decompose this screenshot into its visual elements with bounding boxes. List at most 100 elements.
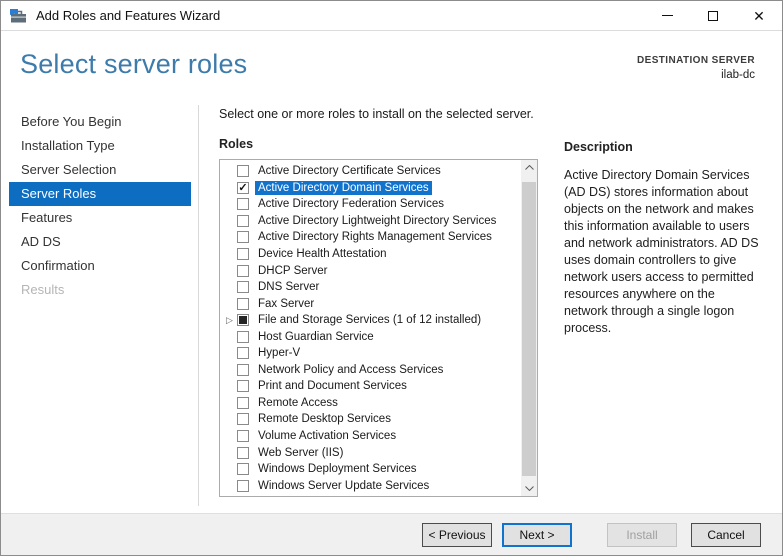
- role-checkbox[interactable]: [237, 231, 249, 244]
- previous-button[interactable]: < Previous: [422, 522, 492, 547]
- role-checkbox[interactable]: [237, 214, 249, 227]
- role-label: Active Directory Certificate Services: [258, 165, 441, 178]
- role-row[interactable]: Web Server (IIS): [222, 444, 520, 461]
- minimize-icon: [661, 15, 673, 16]
- role-row[interactable]: Remote Desktop Services: [222, 411, 520, 428]
- wizard-window: { "window": { "title": "Add Roles and Fe…: [0, 0, 783, 556]
- maximize-icon: [708, 10, 718, 21]
- expand-icon[interactable]: ▷: [222, 315, 237, 325]
- role-label: Volume Activation Services: [258, 430, 397, 443]
- role-label: Print and Document Services: [258, 380, 407, 393]
- minimize-button[interactable]: [644, 1, 690, 30]
- role-checkbox[interactable]: [237, 413, 249, 426]
- role-row[interactable]: Active Directory Rights Management Servi…: [222, 229, 520, 246]
- role-row[interactable]: ▷ File and Storage Services (1 of 12 ins…: [222, 312, 520, 329]
- main-content: Select one or more roles to install on t…: [219, 107, 539, 497]
- maximize-button[interactable]: [690, 1, 736, 30]
- destination-server-value: ilab-dc: [721, 69, 755, 81]
- role-checkbox[interactable]: [237, 430, 249, 443]
- sidebar-item-server-roles[interactable]: Server Roles: [9, 182, 191, 206]
- role-checkbox[interactable]: [237, 165, 249, 178]
- cancel-button[interactable]: Cancel: [691, 522, 761, 547]
- role-row[interactable]: Active Directory Federation Services: [222, 196, 520, 213]
- sidebar-item-confirmation[interactable]: Confirmation: [1, 254, 198, 278]
- role-checkbox[interactable]: [237, 380, 249, 393]
- close-icon: ✕: [753, 7, 765, 24]
- role-checkbox[interactable]: [237, 297, 249, 310]
- install-button: Install: [607, 522, 677, 547]
- role-checkbox[interactable]: [237, 281, 249, 294]
- role-checkbox[interactable]: [237, 248, 249, 260]
- footer-button-bar: < Previous Next > Install Cancel: [1, 513, 782, 555]
- role-label: Active Directory Rights Management Servi…: [258, 231, 492, 244]
- role-row[interactable]: Print and Document Services: [222, 378, 520, 395]
- destination-server-block: DESTINATION SERVER ilab-dc: [637, 55, 755, 81]
- scroll-up-icon[interactable]: [521, 160, 537, 175]
- role-row[interactable]: Windows Server Update Services: [222, 477, 520, 494]
- nav-separator: [198, 105, 199, 506]
- role-checkbox[interactable]: [237, 446, 249, 459]
- role-row[interactable]: Volume Activation Services: [222, 428, 520, 445]
- role-checkbox[interactable]: [237, 479, 249, 492]
- sidebar-item-ad-ds[interactable]: AD DS: [1, 230, 198, 254]
- role-label: Active Directory Lightweight Directory S…: [258, 214, 497, 227]
- description-panel: Description Active Directory Domain Serv…: [564, 140, 761, 337]
- next-button[interactable]: Next >: [502, 522, 572, 547]
- sidebar-item-before-you-begin[interactable]: Before You Begin: [1, 110, 198, 134]
- title-bar: Add Roles and Features Wizard ✕: [1, 1, 782, 31]
- roles-rows: Active Directory Certificate Services ✓ …: [222, 163, 520, 494]
- role-row[interactable]: Fax Server: [222, 295, 520, 312]
- role-label: Windows Deployment Services: [258, 463, 417, 476]
- role-label: Host Guardian Service: [258, 330, 374, 343]
- role-checkbox[interactable]: [237, 314, 249, 327]
- role-checkbox[interactable]: [237, 396, 249, 409]
- destination-server-label: DESTINATION SERVER: [637, 55, 755, 66]
- close-button[interactable]: ✕: [736, 1, 782, 30]
- role-checkbox[interactable]: ✓: [237, 181, 249, 194]
- role-label: Network Policy and Access Services: [258, 363, 444, 376]
- role-row[interactable]: Hyper-V: [222, 345, 520, 362]
- scroll-down-icon[interactable]: [521, 481, 537, 496]
- role-checkbox[interactable]: [237, 330, 249, 343]
- roles-listbox: Active Directory Certificate Services ✓ …: [219, 159, 538, 497]
- role-checkbox[interactable]: [237, 347, 249, 360]
- role-label: Web Server (IIS): [258, 446, 344, 459]
- role-row[interactable]: DNS Server: [222, 279, 520, 296]
- role-label: Active Directory Domain Services: [255, 180, 432, 195]
- role-row[interactable]: Windows Deployment Services: [222, 461, 520, 478]
- sidebar-item-installation-type[interactable]: Installation Type: [1, 134, 198, 158]
- role-row[interactable]: DHCP Server: [222, 262, 520, 279]
- role-row[interactable]: Active Directory Lightweight Directory S…: [222, 213, 520, 230]
- sidebar-item-server-selection[interactable]: Server Selection: [1, 158, 198, 182]
- role-row[interactable]: Remote Access: [222, 395, 520, 412]
- role-label: Hyper-V: [258, 347, 301, 360]
- role-label: DHCP Server: [258, 264, 328, 277]
- role-checkbox[interactable]: [237, 463, 249, 476]
- role-label: Fax Server: [258, 297, 315, 310]
- role-label: Remote Access: [258, 396, 338, 409]
- description-title: Description: [564, 140, 633, 154]
- wizard-nav: Before You Begin Installation Type Server …: [1, 110, 198, 302]
- server-manager-icon: [10, 8, 27, 24]
- role-checkbox[interactable]: [237, 264, 249, 277]
- window-title: Add Roles and Features Wizard: [36, 8, 221, 23]
- role-label: Active Directory Federation Services: [258, 198, 444, 211]
- role-row[interactable]: Device Health Attestation: [222, 246, 520, 263]
- description-body: Active Directory Domain Services (AD DS)…: [564, 168, 759, 335]
- role-checkbox[interactable]: [237, 198, 249, 211]
- window-controls: ✕: [644, 1, 782, 30]
- sidebar-item-features[interactable]: Features: [1, 206, 198, 230]
- role-label: DNS Server: [258, 281, 320, 294]
- role-label: Device Health Attestation: [258, 248, 387, 260]
- role-checkbox[interactable]: [237, 363, 249, 376]
- role-label: Windows Server Update Services: [258, 479, 430, 492]
- roles-scrollbar[interactable]: [521, 160, 537, 496]
- instruction-text: Select one or more roles to install on t…: [219, 107, 534, 121]
- role-row[interactable]: Host Guardian Service: [222, 328, 520, 345]
- scrollbar-thumb[interactable]: [522, 182, 536, 476]
- role-row[interactable]: Network Policy and Access Services: [222, 362, 520, 379]
- role-row[interactable]: Active Directory Certificate Services: [222, 163, 520, 180]
- role-row[interactable]: ✓ Active Directory Domain Services: [222, 180, 520, 197]
- role-label: File and Storage Services (1 of 12 insta…: [258, 314, 482, 327]
- role-label: Remote Desktop Services: [258, 413, 391, 426]
